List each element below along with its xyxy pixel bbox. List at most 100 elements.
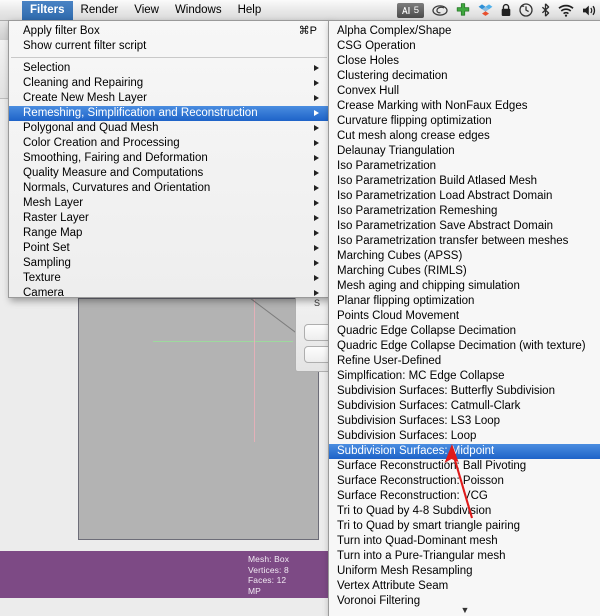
remeshing-submenu-item-label: Simplfication: MC Edge Collapse: [337, 370, 505, 382]
remeshing-submenu-item[interactable]: Planar flipping optimization: [329, 294, 600, 309]
remeshing-submenu-item-label: Surface Reconstruction: Ball Pivoting: [337, 460, 527, 472]
remeshing-submenu-item-label: Quadric Edge Collapse Decimation (with t…: [337, 340, 586, 352]
remeshing-submenu-item[interactable]: Alpha Complex/Shape: [329, 24, 600, 39]
filters-menu-item[interactable]: Camera: [9, 286, 329, 301]
remeshing-submenu-item[interactable]: Surface Reconstruction: VCG: [329, 489, 600, 504]
remeshing-submenu-item[interactable]: Delaunay Triangulation: [329, 144, 600, 159]
spiral-icon[interactable]: [432, 4, 448, 17]
filters-menu-item[interactable]: Quality Measure and Computations: [9, 166, 329, 181]
axis-line-x: [153, 341, 293, 342]
remeshing-submenu-item[interactable]: Subdivision Surfaces: Butterfly Subdivis…: [329, 384, 600, 399]
remeshing-submenu-item[interactable]: Mesh aging and chipping simulation: [329, 279, 600, 294]
filters-dropdown-menu[interactable]: Apply filter Box ⌘P Show current filter sc…: [8, 20, 330, 301]
remeshing-submenu-item[interactable]: Crease Marking with NonFaux Edges: [329, 99, 600, 114]
remeshing-submenu-item[interactable]: Iso Parametrization Build Atlased Mesh: [329, 174, 600, 189]
filters-menu-item[interactable]: Cleaning and Repairing: [9, 76, 329, 91]
filters-menu-item[interactable]: Polygonal and Quad Mesh: [9, 121, 329, 136]
remeshing-submenu-item[interactable]: Quadric Edge Collapse Decimation (with t…: [329, 339, 600, 354]
remeshing-submenu-item[interactable]: Surface Reconstruction: Poisson: [329, 474, 600, 489]
remeshing-submenu-item[interactable]: Iso Parametrization: [329, 159, 600, 174]
remeshing-submenu-item[interactable]: Uniform Mesh Resampling: [329, 564, 600, 579]
dropbox-icon[interactable]: [478, 3, 493, 17]
remeshing-submenu[interactable]: Alpha Complex/Shape CSG Operation Close Ho…: [328, 20, 600, 616]
clock-icon[interactable]: [519, 3, 533, 17]
filters-menu-item[interactable]: Raster Layer: [9, 211, 329, 226]
system-menubar: Filters Render View Windows Help 5: [0, 0, 600, 21]
remeshing-submenu-item[interactable]: CSG Operation: [329, 39, 600, 54]
filters-menu-item[interactable]: Create New Mesh Layer: [9, 91, 329, 106]
remeshing-submenu-item[interactable]: Iso Parametrization Remeshing: [329, 204, 600, 219]
menubar-item-render[interactable]: Render: [73, 1, 127, 20]
remeshing-submenu-item-label: Surface Reconstruction: Poisson: [337, 475, 504, 487]
remeshing-submenu-item[interactable]: Convex Hull: [329, 84, 600, 99]
volume-icon[interactable]: [582, 4, 598, 17]
menubar-item-view[interactable]: View: [126, 1, 167, 20]
remeshing-submenu-item[interactable]: Vertex Attribute Seam: [329, 579, 600, 594]
remeshing-submenu-item[interactable]: Tri to Quad by 4-8 Subdivision: [329, 504, 600, 519]
remeshing-submenu-item[interactable]: Subdivision Surfaces: Midpoint: [329, 444, 600, 459]
remeshing-submenu-item[interactable]: Iso Parametrization transfer between mes…: [329, 234, 600, 249]
filters-menu-item-label: Smoothing, Fairing and Deformation: [23, 152, 208, 164]
menu-separator: [11, 57, 327, 58]
filters-menu-item[interactable]: Selection: [9, 61, 329, 76]
remeshing-submenu-item[interactable]: Close Holes: [329, 54, 600, 69]
menubar-item-windows[interactable]: Windows: [167, 1, 230, 20]
remeshing-submenu-item-label: Close Holes: [337, 55, 399, 67]
filters-menu-item[interactable]: Mesh Layer: [9, 196, 329, 211]
mesh-info-mp: MP: [248, 585, 261, 596]
remeshing-submenu-item-label: Curvature flipping optimization: [337, 115, 492, 127]
filters-menu-item[interactable]: Show current filter script: [9, 39, 329, 54]
lock-icon[interactable]: [501, 3, 511, 17]
remeshing-submenu-item[interactable]: Marching Cubes (APSS): [329, 249, 600, 264]
menubar-item-filters[interactable]: Filters: [22, 0, 73, 20]
remeshing-submenu-item[interactable]: Tri to Quad by smart triangle pairing: [329, 519, 600, 534]
remeshing-submenu-item-label: Subdivision Surfaces: Midpoint: [337, 445, 495, 457]
remeshing-submenu-item[interactable]: Subdivision Surfaces: Catmull-Clark: [329, 399, 600, 414]
remeshing-submenu-item[interactable]: Points Cloud Movement: [329, 309, 600, 324]
adobe-badge-icon[interactable]: 5: [396, 2, 424, 18]
remeshing-submenu-item[interactable]: Iso Parametrization Load Abstract Domain: [329, 189, 600, 204]
remeshing-submenu-item[interactable]: Iso Parametrization Save Abstract Domain: [329, 219, 600, 234]
remeshing-submenu-item[interactable]: Refine User-Defined: [329, 354, 600, 369]
viewport-3d[interactable]: [78, 298, 319, 540]
remeshing-submenu-item[interactable]: Cut mesh along crease edges: [329, 129, 600, 144]
green-plus-icon[interactable]: [456, 3, 470, 17]
remeshing-submenu-item[interactable]: Simplfication: MC Edge Collapse: [329, 369, 600, 384]
filters-menu-item-label: Cleaning and Repairing: [23, 77, 144, 89]
submenu-arrow-icon: [314, 65, 319, 71]
filters-menu-item[interactable]: Apply filter Box ⌘P: [9, 24, 329, 39]
submenu-arrow-icon: [314, 80, 319, 86]
wifi-icon[interactable]: [558, 4, 574, 17]
filters-menu-item[interactable]: Smoothing, Fairing and Deformation: [9, 151, 329, 166]
scroll-down-icon[interactable]: ▼: [329, 605, 600, 615]
filters-menu-item[interactable]: Texture: [9, 271, 329, 286]
filters-menu-item-label: Raster Layer: [23, 212, 89, 224]
bluetooth-icon[interactable]: [541, 3, 550, 17]
remeshing-submenu-item-label: Mesh aging and chipping simulation: [337, 280, 520, 292]
menubar-status-icons: 5: [396, 0, 598, 20]
remeshing-submenu-item[interactable]: Curvature flipping optimization: [329, 114, 600, 129]
remeshing-submenu-item[interactable]: Turn into Quad-Dominant mesh: [329, 534, 600, 549]
remeshing-submenu-item-label: Turn into Quad-Dominant mesh: [337, 535, 498, 547]
menubar-item-help[interactable]: Help: [230, 1, 270, 20]
remeshing-submenu-item[interactable]: Quadric Edge Collapse Decimation: [329, 324, 600, 339]
filters-menu-item[interactable]: Normals, Curvatures and Orientation: [9, 181, 329, 196]
filters-menu-item[interactable]: Color Creation and Processing: [9, 136, 329, 151]
submenu-arrow-icon: [314, 155, 319, 161]
remeshing-submenu-item[interactable]: Subdivision Surfaces: LS3 Loop: [329, 414, 600, 429]
remeshing-submenu-item[interactable]: Turn into a Pure-Triangular mesh: [329, 549, 600, 564]
adobe-badge-count: 5: [413, 4, 419, 16]
filters-menu-item[interactable]: Point Set: [9, 241, 329, 256]
filters-menu-item[interactable]: Sampling: [9, 256, 329, 271]
remeshing-submenu-item-label: Planar flipping optimization: [337, 295, 475, 307]
remeshing-submenu-item[interactable]: Subdivision Surfaces: Loop: [329, 429, 600, 444]
remeshing-submenu-item[interactable]: Clustering decimation: [329, 69, 600, 84]
filters-menu-item[interactable]: Remeshing, Simplification and Reconstruc…: [9, 106, 329, 121]
remeshing-submenu-item-label: Tri to Quad by smart triangle pairing: [337, 520, 521, 532]
remeshing-submenu-item-label: Subdivision Surfaces: LS3 Loop: [337, 415, 501, 427]
submenu-arrow-icon: [314, 230, 319, 236]
remeshing-submenu-item[interactable]: Marching Cubes (RIMLS): [329, 264, 600, 279]
remeshing-submenu-item-label: Delaunay Triangulation: [337, 145, 455, 157]
filters-menu-item[interactable]: Range Map: [9, 226, 329, 241]
remeshing-submenu-item[interactable]: Surface Reconstruction: Ball Pivoting: [329, 459, 600, 474]
